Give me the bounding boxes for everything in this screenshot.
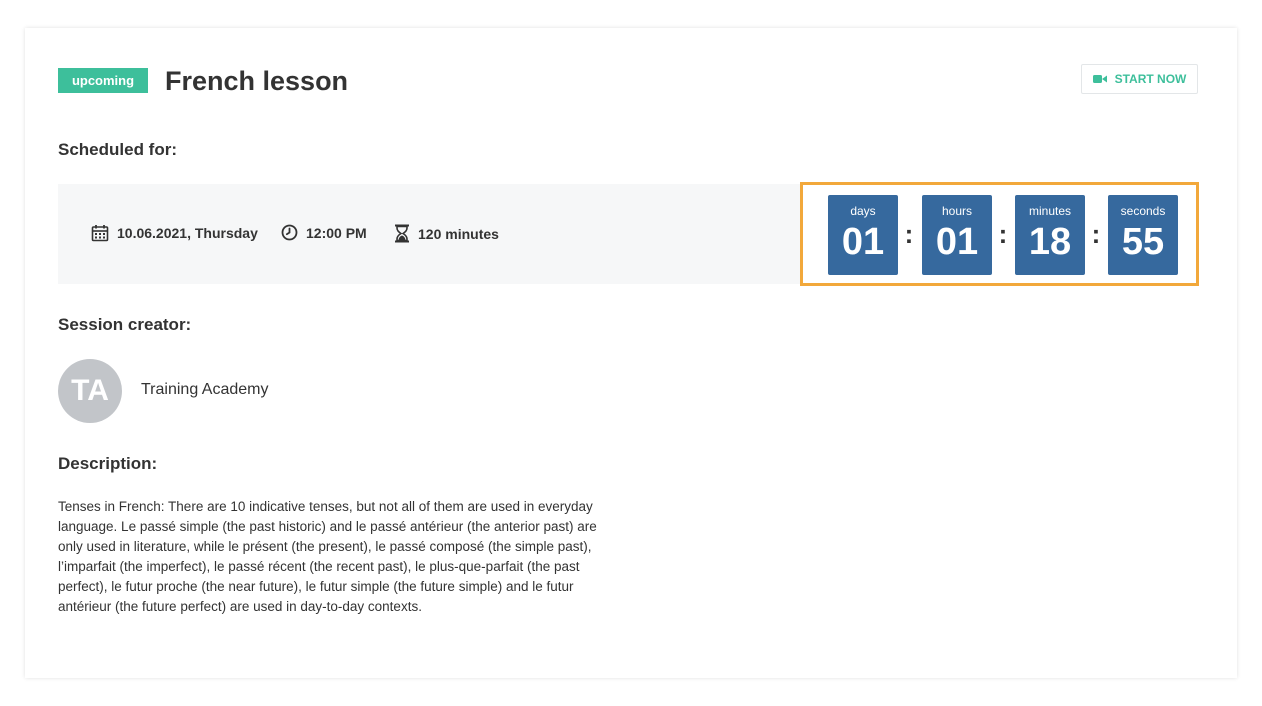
countdown-seconds: seconds 55 [1108, 195, 1178, 275]
scheduled-heading: Scheduled for: [58, 140, 178, 159]
video-camera-icon [1092, 74, 1107, 84]
schedule-bar: 10.06.2021, Thursday 12:00 PM 120 minute… [58, 184, 800, 284]
avatar: TA [58, 359, 122, 423]
countdown-days-value: 01 [841, 221, 885, 263]
countdown-timer: days 01 : hours 01 : minutes 18 : second… [800, 182, 1199, 286]
countdown-hours-value: 01 [935, 221, 979, 263]
countdown-days-label: days [850, 204, 876, 218]
description-heading: Description: [58, 454, 158, 473]
schedule-date: 10.06.2021, Thursday [91, 224, 258, 242]
schedule-duration: 120 minutes [394, 224, 499, 243]
countdown-minutes-label: minutes [1028, 204, 1072, 218]
calendar-icon [91, 224, 109, 242]
start-now-button[interactable]: START NOW [1081, 64, 1198, 94]
countdown-days: days 01 [828, 195, 898, 275]
countdown-separator: : [998, 219, 1008, 249]
start-now-label: START NOW [1114, 72, 1187, 86]
session-card: upcoming French lesson START NOW Schedul… [25, 28, 1237, 678]
countdown-separator: : [904, 219, 914, 249]
schedule-date-text: 10.06.2021, Thursday [117, 225, 258, 241]
countdown-seconds-label: seconds [1120, 204, 1166, 218]
page-title: French lesson [165, 66, 349, 96]
description-text: Tenses in French: There are 10 indicativ… [58, 499, 597, 614]
creator-name: Training Academy [141, 381, 269, 398]
countdown-minutes: minutes 18 [1015, 195, 1085, 275]
countdown-seconds-value: 55 [1121, 221, 1165, 263]
creator-heading: Session creator: [58, 315, 192, 334]
schedule-time-text: 12:00 PM [306, 224, 367, 241]
schedule-time: 12:00 PM [281, 224, 367, 241]
clock-icon [281, 224, 298, 241]
countdown-hours-label: hours [941, 204, 973, 218]
countdown-separator: : [1091, 219, 1101, 249]
hourglass-icon [394, 224, 410, 243]
status-badge: upcoming [58, 68, 148, 93]
countdown-minutes-value: 18 [1028, 221, 1072, 263]
countdown-hours: hours 01 [922, 195, 992, 275]
schedule-duration-text: 120 minutes [418, 225, 499, 242]
